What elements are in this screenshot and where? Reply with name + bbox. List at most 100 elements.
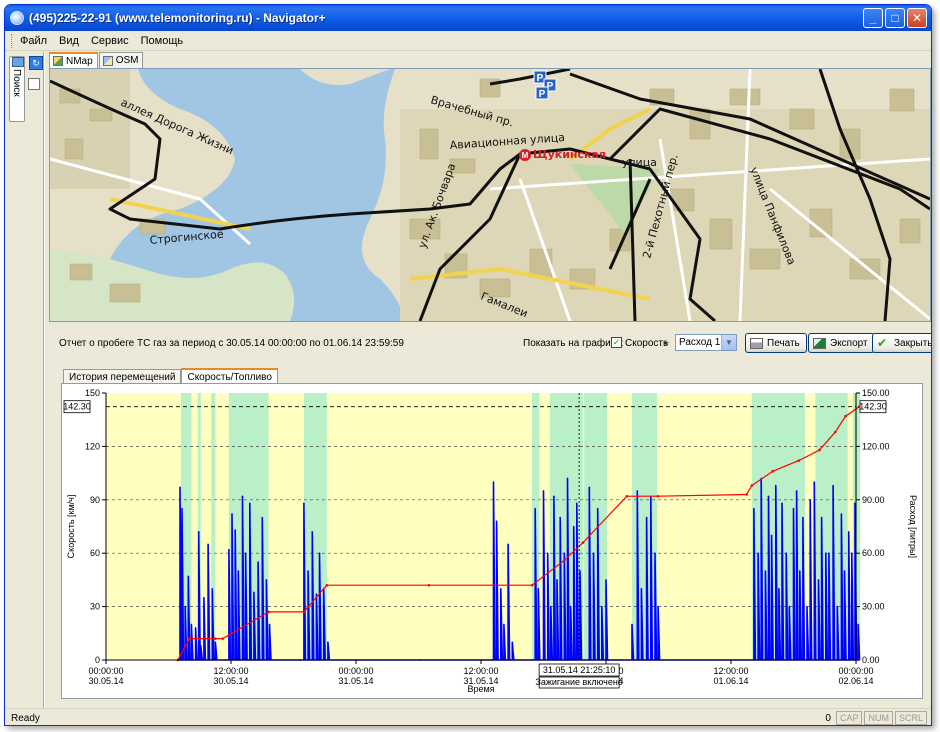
num-indicator: NUM xyxy=(864,711,893,725)
speed-point xyxy=(802,516,804,519)
speed-point xyxy=(234,529,236,531)
speed-point xyxy=(563,552,566,554)
toolbar-grip[interactable] xyxy=(11,33,14,48)
status-counter: 0 xyxy=(825,712,831,724)
fuel-select-value: Расход 1 xyxy=(679,337,721,348)
export-button[interactable]: Экспорт xyxy=(808,333,875,353)
speed-point xyxy=(537,588,540,590)
export-button-label: Экспорт xyxy=(830,337,868,349)
y-tick-label: 120 xyxy=(85,441,100,451)
speed-point xyxy=(559,516,561,519)
speed-point xyxy=(214,641,217,643)
speed-point xyxy=(257,561,259,563)
speed-point xyxy=(636,490,639,492)
x-tick-time: 00:00:00 xyxy=(338,666,373,676)
y-tick-label: 30 xyxy=(90,602,100,612)
tab-speed-fuel[interactable]: Скорость/Топливо xyxy=(181,368,278,384)
speed-point xyxy=(788,605,791,608)
speed-point xyxy=(253,591,255,594)
map-view[interactable]: P P P М аллея Дорога Жизни Врачебный пр.… xyxy=(49,68,931,322)
x-tick-date: 02.06.14 xyxy=(838,676,873,686)
ignition-on-band xyxy=(632,393,658,660)
speed-point xyxy=(753,507,755,510)
speed-point xyxy=(657,605,659,608)
fuel-point xyxy=(857,405,861,409)
close-report-button[interactable]: ✔ Закрыть xyxy=(872,333,932,353)
fuel-point xyxy=(844,414,847,418)
speed-point xyxy=(187,575,190,578)
x-tick-time: 12:00:00 xyxy=(713,666,748,676)
search-tab[interactable]: Поиск xyxy=(9,56,25,122)
maximize-button[interactable]: □ xyxy=(885,8,905,28)
menu-file[interactable]: Файл xyxy=(20,35,47,47)
y-tick-label: 60 xyxy=(90,548,100,558)
panel-toggle-button[interactable] xyxy=(28,78,40,90)
speed-point xyxy=(832,484,834,487)
fuel-point xyxy=(530,583,534,587)
tab-osm[interactable]: OSM xyxy=(98,52,144,68)
speed-point xyxy=(809,499,811,501)
window-title: (495)225-22-91 (www.telemonitoring.ru) -… xyxy=(29,11,326,25)
print-button-label: Печать xyxy=(767,337,800,349)
speed-point xyxy=(207,543,209,546)
speed-point xyxy=(499,588,502,590)
y-tick-label: 150 xyxy=(85,388,100,398)
speed-point xyxy=(181,507,183,510)
app-icon[interactable] xyxy=(10,11,24,25)
menu-bar: Файл Вид Сервис Помощь xyxy=(5,31,931,51)
speed-point xyxy=(840,513,843,515)
refresh-icon[interactable]: ↻ xyxy=(29,56,43,70)
menu-view[interactable]: Вид xyxy=(59,35,79,47)
speed-point xyxy=(315,593,318,595)
x-tick-date: 30.05.14 xyxy=(213,676,248,686)
speed-point xyxy=(268,623,271,626)
speed-point xyxy=(261,516,264,519)
fuel-point xyxy=(625,494,629,498)
speed-point xyxy=(792,507,795,510)
close-window-button[interactable]: ✕ xyxy=(907,8,927,28)
rail-splitter[interactable] xyxy=(43,52,45,708)
y2-tick-label: 60.00 xyxy=(862,548,885,558)
fuel-point xyxy=(302,610,306,614)
speed-point xyxy=(307,570,309,572)
minimize-button[interactable]: _ xyxy=(863,8,883,28)
fuel-point xyxy=(267,610,270,614)
speed-point xyxy=(770,534,773,537)
speed-point xyxy=(184,605,186,608)
speed-point xyxy=(631,623,633,626)
fuel-point xyxy=(325,583,329,587)
speed-point xyxy=(778,588,780,590)
menu-service[interactable]: Сервис xyxy=(91,35,129,47)
fuel-point xyxy=(635,494,639,498)
speed-point xyxy=(237,570,240,572)
fuel-select[interactable]: Расход 1 ▼ xyxy=(675,334,737,351)
speed-point xyxy=(553,495,555,498)
speed-point xyxy=(824,552,827,554)
menu-help[interactable]: Помощь xyxy=(141,35,184,47)
map-canvas[interactable]: P P P М аллея Дорога Жизни Врачебный пр.… xyxy=(50,69,930,321)
app-window: (495)225-22-91 (www.telemonitoring.ru) -… xyxy=(4,4,932,726)
report-title: Отчет о пробеге ТС газ за период с 30.05… xyxy=(59,338,404,349)
y2-tick-label: 120.00 xyxy=(862,441,890,451)
print-button[interactable]: Печать xyxy=(745,333,807,353)
title-bar[interactable]: (495)225-22-91 (www.telemonitoring.ru) -… xyxy=(5,5,931,31)
chevron-down-icon[interactable]: ▼ xyxy=(721,335,736,350)
max-fuel-label-left: 142.30 xyxy=(63,402,91,412)
map-tabs: NMap OSM xyxy=(49,52,144,68)
fuel-point xyxy=(771,470,774,473)
speed-point xyxy=(318,552,321,554)
speed-fuel-chart[interactable]: 0 30 60 90 120 150 0.00 30.00 60.00 90.00 120.00 15… xyxy=(62,384,922,698)
speed-checkbox[interactable]: ✓ xyxy=(611,337,622,348)
tab-nmap[interactable]: NMap xyxy=(49,52,98,68)
speed-checkbox-label[interactable]: Скорость xyxy=(625,338,668,349)
caps-indicator: CAP xyxy=(835,711,863,725)
label-station: Щукинская xyxy=(533,148,606,161)
printer-icon xyxy=(750,337,763,349)
left-rail: Поиск ↻ xyxy=(5,52,45,708)
close-report-button-label: Закрыть xyxy=(894,337,932,349)
fuel-point xyxy=(750,484,754,487)
speed-fuel-chart-panel: 0 30 60 90 120 150 0.00 30.00 60.00 90.00 120.00 15… xyxy=(61,383,923,699)
speed-point xyxy=(569,605,572,608)
x-tick-time: 00:00:00 xyxy=(838,666,873,676)
tab-history[interactable]: История перемещений xyxy=(63,369,182,384)
